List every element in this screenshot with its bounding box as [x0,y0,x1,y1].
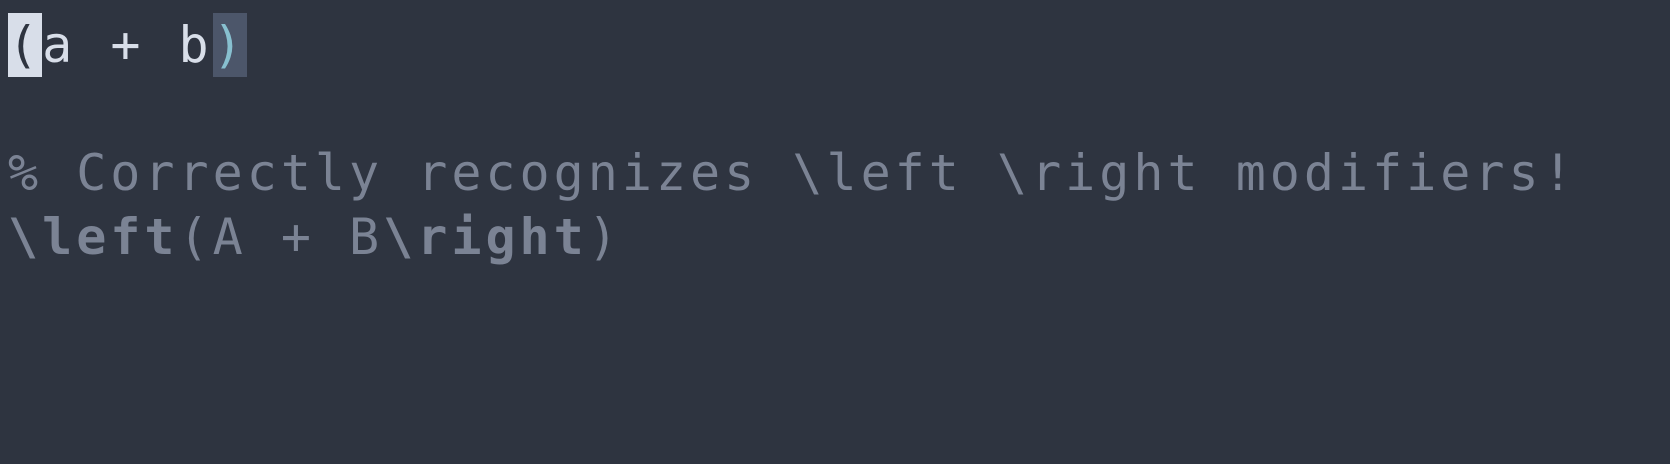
matched-paren-highlight: ) [212,13,247,77]
right-keyword: \right [383,208,588,266]
open-paren: ( [178,208,213,266]
code-line-4[interactable]: \left(A + B\right) [8,205,622,269]
code-line-3-comment[interactable]: % Correctly recognizes \left \right modi… [8,141,1577,205]
expression-text: a + b [42,16,213,74]
code-editor[interactable]: (a + b) % Correctly recognizes \left \ri… [0,0,1670,420]
code-line-1[interactable]: (a + b) [8,13,247,77]
left-keyword: \left [8,208,179,266]
expression-text: A + B [212,208,384,266]
comment-text: % Correctly recognizes \left \right modi… [8,144,1577,202]
text-cursor: ( [8,13,43,77]
close-paren: ) [587,208,622,266]
